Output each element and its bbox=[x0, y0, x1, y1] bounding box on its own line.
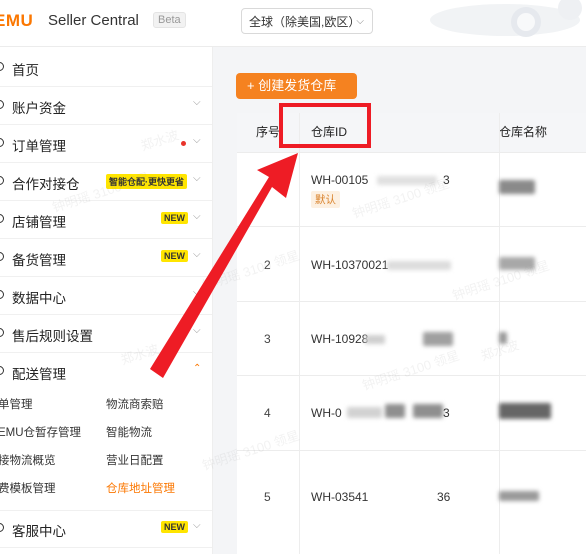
sidebar-item-partner-warehouse[interactable]: 合作对接仓 智能仓配·更快更省 ⌵ bbox=[0, 164, 212, 201]
warehouse-id-tail: 3 bbox=[443, 173, 450, 187]
beta-badge: Beta bbox=[153, 12, 186, 28]
promo-tag: 智能仓配·更快更省 bbox=[106, 174, 187, 189]
row-index: 3 bbox=[264, 332, 271, 346]
sidebar-item-label: 配送管理 bbox=[12, 367, 66, 382]
sidebar-item-label: 首页 bbox=[12, 63, 39, 78]
new-badge: NEW bbox=[161, 250, 188, 262]
submenu-item[interactable]: 物流商索赔 bbox=[106, 396, 164, 412]
table-row[interactable]: 4 WH-0 3 bbox=[237, 375, 586, 451]
headset-icon bbox=[0, 523, 4, 532]
warehouse-id: WH-10370021 bbox=[311, 258, 389, 272]
warehouse-id: WH-03541 bbox=[311, 490, 369, 504]
submenu-item[interactable]: 费模板管理 bbox=[0, 480, 56, 496]
create-warehouse-button[interactable]: + 创建发货仓库 bbox=[236, 73, 357, 99]
warehouse-id: WH-0 bbox=[311, 406, 342, 420]
header-decoration bbox=[420, 0, 586, 46]
sidebar-item-stock[interactable]: 备货管理 NEW ⌵ bbox=[0, 240, 212, 277]
sidebar-item-label: 店铺管理 bbox=[12, 215, 66, 230]
home-icon bbox=[0, 62, 4, 71]
warehouse-table: 序号 仓库ID 仓库名称 WH-00105 3 默认 2 WH-10370021… bbox=[237, 113, 586, 554]
wallet-icon bbox=[0, 100, 4, 109]
column-header-warehouse-name: 仓库名称 bbox=[499, 113, 586, 152]
settings-icon bbox=[0, 328, 4, 337]
submenu-item-warehouse-address[interactable]: 仓库地址管理 bbox=[106, 480, 175, 496]
chevron-down-icon: ⌵ bbox=[193, 249, 201, 260]
chevron-down-icon: ⌵ bbox=[193, 211, 201, 222]
order-icon bbox=[0, 138, 4, 147]
top-header: EMU Seller Central Beta 全球（除美国,欧区） ⌵ bbox=[0, 0, 586, 47]
new-badge: NEW bbox=[161, 212, 188, 224]
sidebar-item-store[interactable]: 店铺管理 NEW ⌵ bbox=[0, 202, 212, 239]
redacted-block bbox=[423, 332, 453, 346]
chevron-down-icon: ⌵ bbox=[193, 287, 201, 298]
table-row[interactable]: 2 WH-10370021 bbox=[237, 226, 586, 302]
redacted-block bbox=[387, 261, 451, 270]
sidebar-item-label: 合作对接仓 bbox=[12, 177, 80, 192]
redacted-block bbox=[499, 491, 539, 501]
row-index: 4 bbox=[264, 406, 271, 420]
redacted-block bbox=[499, 257, 535, 270]
region-select[interactable]: 全球（除美国,欧区） ⌵ bbox=[241, 8, 373, 34]
submenu-item[interactable]: 营业日配置 bbox=[106, 452, 164, 468]
submenu-item[interactable]: 单管理 bbox=[0, 396, 33, 412]
warehouse-id-tail: 3 bbox=[443, 406, 450, 420]
redacted-block bbox=[499, 180, 535, 194]
row-index: 2 bbox=[264, 258, 271, 272]
submenu-item[interactable]: 接物流概览 bbox=[0, 452, 56, 468]
submenu-item[interactable]: 智能物流 bbox=[106, 424, 152, 440]
redacted-block bbox=[377, 176, 437, 185]
table-row[interactable]: WH-00105 3 默认 bbox=[237, 152, 586, 227]
redacted-block bbox=[385, 404, 405, 418]
table-row[interactable]: 3 WH-10928 bbox=[237, 301, 586, 376]
sidebar-item-customer-service[interactable]: 客服中心 NEW ⌵ bbox=[0, 510, 212, 548]
redacted-block bbox=[499, 403, 551, 419]
chart-icon bbox=[0, 290, 4, 299]
sidebar-item-label: 订单管理 bbox=[12, 139, 66, 154]
box-icon bbox=[0, 252, 4, 261]
redacted-block bbox=[413, 404, 443, 418]
sidebar-item-label: 客服中心 bbox=[12, 524, 66, 539]
row-index: 5 bbox=[264, 490, 271, 504]
notification-dot bbox=[181, 141, 186, 146]
warehouse-id: WH-00105 bbox=[311, 173, 369, 187]
sidebar-item-label: 数据中心 bbox=[12, 291, 66, 306]
sidebar-item-aftersales[interactable]: 售后规则设置 ⌵ bbox=[0, 316, 212, 353]
chevron-down-icon: ⌵ bbox=[193, 325, 201, 336]
sidebar-item-home[interactable]: 首页 bbox=[0, 50, 212, 87]
temu-logo[interactable]: EMU bbox=[0, 11, 33, 31]
submenu-item[interactable]: EMU仓暂存管理 bbox=[0, 424, 81, 440]
chevron-down-icon: ⌵ bbox=[193, 135, 201, 146]
warehouse-id-tail: 36 bbox=[437, 490, 451, 504]
warehouse-icon bbox=[0, 176, 4, 185]
sidebar-item-account-funds[interactable]: 账户资金 ⌵ bbox=[0, 88, 212, 125]
table-row[interactable]: 5 WH-03541 36 bbox=[237, 450, 586, 554]
sidebar-item-label: 备货管理 bbox=[12, 253, 66, 268]
region-select-value: 全球（除美国,欧区） bbox=[249, 15, 361, 29]
sidebar-item-label: 售后规则设置 bbox=[12, 329, 93, 344]
store-icon bbox=[0, 214, 4, 223]
chevron-down-icon: ⌵ bbox=[193, 97, 201, 108]
default-badge: 默认 bbox=[311, 191, 340, 208]
annotation-highlight-box bbox=[279, 103, 371, 148]
redacted-block bbox=[347, 407, 382, 418]
warehouse-id: WH-10928 bbox=[311, 332, 369, 346]
app-name: Seller Central bbox=[48, 12, 139, 29]
truck-icon bbox=[0, 366, 4, 375]
sidebar-item-orders[interactable]: 订单管理 ⌵ bbox=[0, 126, 212, 163]
chevron-up-icon: ⌃ bbox=[193, 363, 202, 374]
sidebar-item-label: 账户资金 bbox=[12, 101, 66, 116]
sidebar-item-data-center[interactable]: 数据中心 ⌵ bbox=[0, 278, 212, 315]
redacted-block bbox=[499, 332, 507, 344]
new-badge: NEW bbox=[161, 521, 188, 533]
chevron-down-icon: ⌵ bbox=[193, 173, 201, 184]
chevron-down-icon: ⌵ bbox=[356, 16, 364, 27]
sidebar-item-delivery[interactable]: 配送管理 ⌃ bbox=[0, 354, 212, 390]
chevron-down-icon: ⌵ bbox=[193, 520, 201, 531]
redacted-block bbox=[365, 335, 385, 344]
